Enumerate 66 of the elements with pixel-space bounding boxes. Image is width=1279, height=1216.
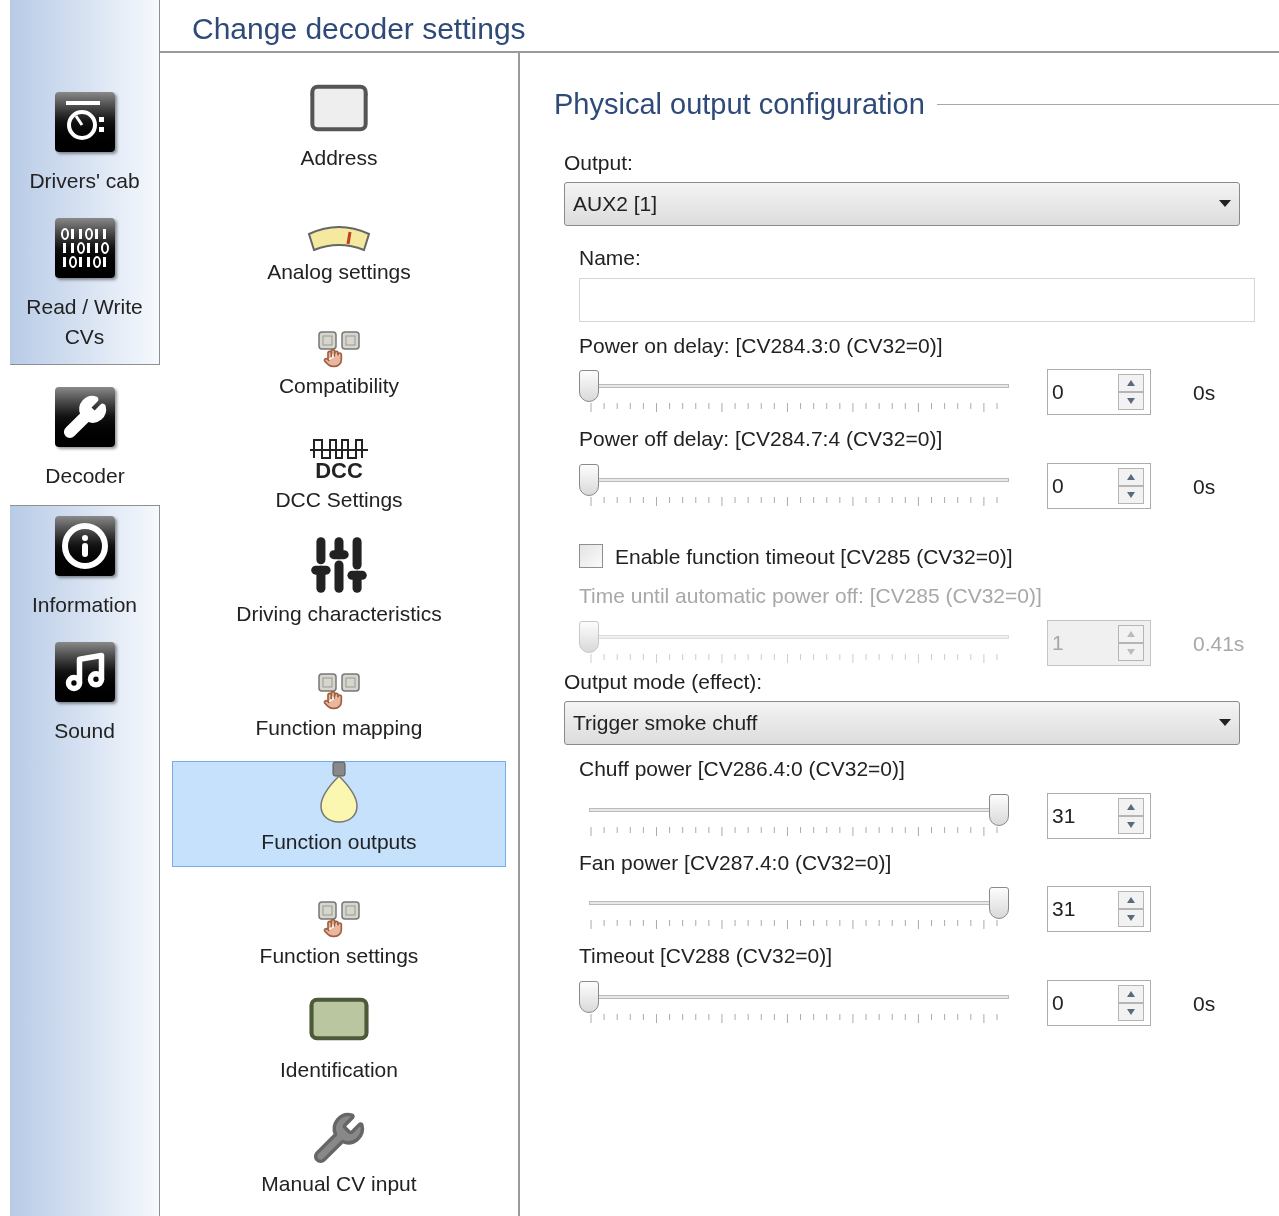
spinner-arrows-icon[interactable] [1118, 374, 1144, 410]
category-item[interactable]: Analog settings [172, 191, 506, 297]
dropdown[interactable]: Trigger smoke chuff [564, 701, 1240, 745]
dropdown[interactable]: AUX2 [1] [564, 182, 1240, 226]
dropdown-arrow-icon [1219, 200, 1231, 208]
number-field[interactable]: 0 [1047, 979, 1151, 1026]
waveform-icon [308, 436, 370, 460]
section-title: Physical output configuration [554, 87, 925, 122]
slider-label: Time until automatic power off: [CV285 (CV32=0)] [579, 583, 1043, 609]
light-bulb-icon [317, 760, 361, 824]
category-item[interactable]: Function settings [172, 875, 506, 981]
spinner-arrows-icon[interactable] [1118, 891, 1144, 927]
slider-label: Timeout [CV288 (CV32=0)] [579, 943, 834, 969]
field-label: Output mode (effect): [564, 668, 764, 695]
spinner-arrows-icon[interactable] [1118, 467, 1144, 504]
slider-label: Power on delay: [CV284.3:0 (CV32=0)] [579, 332, 944, 359]
mode-tab[interactable]: Read / Write CVs [10, 208, 159, 364]
field-label: Name: [579, 245, 642, 271]
slider-reading: 0s [1193, 473, 1216, 500]
slider-thumb[interactable] [989, 793, 1009, 826]
category-item[interactable]: Manual CV input [172, 1103, 506, 1209]
category-item[interactable]: Function outputs [172, 761, 506, 867]
category-item[interactable]: Compatibility [172, 305, 506, 411]
category-item[interactable]: Function mapping [172, 647, 506, 753]
mode-tab[interactable]: Decoder [10, 365, 160, 505]
field-label: Output: [564, 149, 634, 176]
checkbox-label: Enable function timeout [CV285 (CV32=0)] [615, 543, 1013, 570]
slider-label: Power off delay: [CV284.7:4 (CV32=0)] [579, 426, 944, 452]
binary-grid-icon [54, 218, 115, 278]
text-field[interactable] [579, 277, 1255, 322]
slider-reading: 0s [1193, 990, 1216, 1017]
wrench-icon [55, 387, 115, 447]
sliders-icon [308, 534, 370, 596]
music-notes-icon [54, 642, 115, 702]
wrench-icon [311, 1110, 367, 1166]
dropdown-arrow-icon [1219, 719, 1231, 727]
mode-tab[interactable]: Information [10, 506, 159, 632]
spinner-arrows-icon[interactable] [1118, 984, 1144, 1021]
slider-thumb[interactable] [579, 980, 599, 1013]
slider-thumb[interactable] [579, 370, 599, 402]
mode-tab[interactable]: Sound [10, 632, 159, 758]
category-item[interactable]: Address [172, 77, 506, 183]
slider-track[interactable] [579, 462, 1009, 497]
dcc-logo-text: DCC [315, 460, 363, 482]
page-title: Change decoder settings [192, 12, 526, 45]
category-item[interactable]: Identification [172, 989, 506, 1095]
slider-reading: 0s [1193, 380, 1216, 406]
slider-track[interactable] [579, 369, 1009, 403]
gauge-icon [54, 92, 115, 152]
slider-label: Fan power [CV287.4:0 (CV32=0)] [579, 849, 893, 876]
slider-label: Chuff power [CV286.4:0 (CV32=0)] [579, 756, 906, 782]
slider-reading: 0.41s [1193, 630, 1245, 657]
number-field[interactable]: 0 [1047, 462, 1151, 509]
category-item[interactable]: DCC DCC Settings [172, 419, 506, 525]
slider-track[interactable] [579, 979, 1009, 1014]
number-field[interactable]: 0 [1047, 369, 1151, 415]
slider-track[interactable] [579, 619, 1009, 654]
number-field[interactable]: 31 [1047, 886, 1151, 932]
slider-thumb[interactable] [989, 887, 1009, 919]
number-field[interactable]: 31 [1047, 792, 1151, 839]
category-item[interactable]: Driving characteristics [172, 533, 506, 639]
info-icon [54, 516, 115, 576]
mode-tab[interactable]: Drivers' cab [10, 82, 159, 208]
spinner-arrows-icon[interactable] [1118, 797, 1144, 834]
checkbox[interactable] [579, 544, 603, 569]
slider-thumb[interactable] [579, 463, 599, 496]
